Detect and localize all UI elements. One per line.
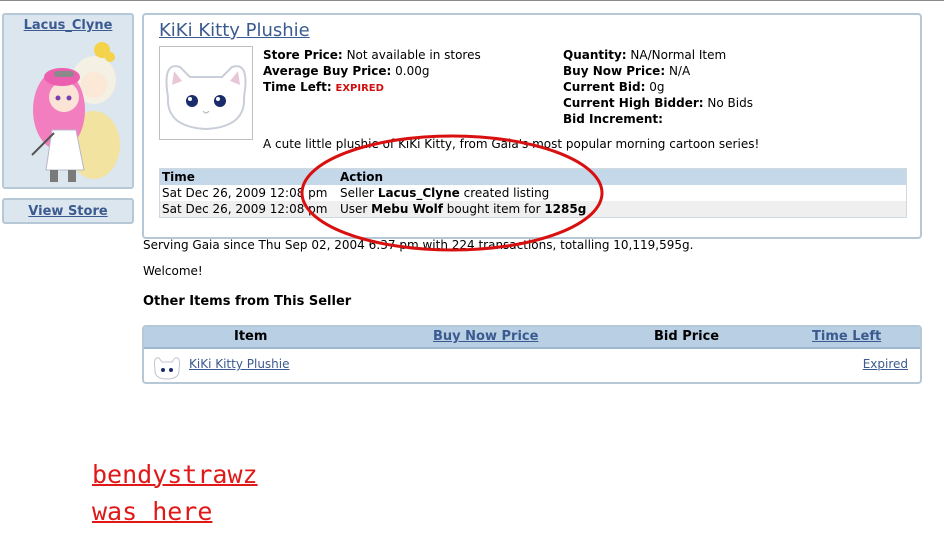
buy-now-price-label: Buy Now Price: [563, 64, 666, 78]
quantity-label: Quantity: [563, 48, 627, 62]
store-price-label: Store Price: [263, 48, 343, 62]
expired-status: EXPIRED [335, 83, 384, 94]
graffiti-line-1: bendystrawz [92, 460, 258, 489]
item-info-right: Quantity: NA/Normal Item Buy Now Price: … [563, 47, 753, 127]
current-bid-value: 0g [649, 80, 665, 94]
high-bidder-value: No Bids [707, 96, 753, 110]
history-header-time: Time [162, 170, 195, 184]
kitty-plushie-icon[interactable] [152, 353, 182, 381]
quantity-value: NA/Normal Item [630, 48, 727, 62]
kitty-plushie-icon [165, 65, 247, 131]
view-store-button[interactable]: View Store [2, 198, 134, 224]
item-title-link[interactable]: KiKi Kitty Plushie [159, 20, 310, 41]
other-items-table: Item Buy Now Price Bid Price Time Left K… [142, 325, 922, 384]
other-item-name-link[interactable]: KiKi Kitty Plushie [189, 357, 290, 371]
buy-now-price-value: N/A [668, 64, 691, 78]
item-info-left: Store Price: Not available in stores Ave… [263, 47, 481, 97]
item-thumbnail [159, 46, 253, 140]
column-bid-price-header: Bid Price [654, 329, 720, 344]
time-left-label: Time Left: [263, 80, 332, 94]
seller-avatar[interactable] [24, 35, 124, 185]
red-circle-annotation [300, 134, 604, 252]
graffiti-line-2: was here [92, 497, 213, 526]
seller-card: Lacus_Clyne [2, 13, 134, 189]
current-bid-label: Current Bid: [563, 80, 646, 94]
store-price-value: Not available in stores [346, 48, 481, 62]
high-bidder-label: Current High Bidder: [563, 96, 704, 110]
graffiti-text: bendystrawz was here [92, 456, 258, 530]
sort-buy-now-price-link[interactable]: Buy Now Price [433, 327, 538, 347]
avg-buy-price-label: Average Buy Price: [263, 64, 392, 78]
bid-increment-label: Bid Increment: [563, 112, 663, 126]
top-divider [0, 0, 944, 1]
other-item-time-left-link[interactable]: Expired [863, 357, 908, 371]
avg-buy-price-value: 0.00g [395, 64, 430, 78]
column-item-header: Item [234, 329, 268, 344]
welcome-message: Welcome! [143, 264, 203, 278]
sort-time-left-link[interactable]: Time Left [812, 327, 881, 347]
seller-name-link[interactable]: Lacus_Clyne [4, 18, 132, 33]
other-items-title: Other Items from This Seller [143, 294, 352, 309]
view-store-label: View Store [28, 204, 108, 219]
other-items-header: Item Buy Now Price Bid Price Time Left [144, 327, 920, 349]
other-item-row: KiKi Kitty Plushie Expired [144, 349, 920, 382]
